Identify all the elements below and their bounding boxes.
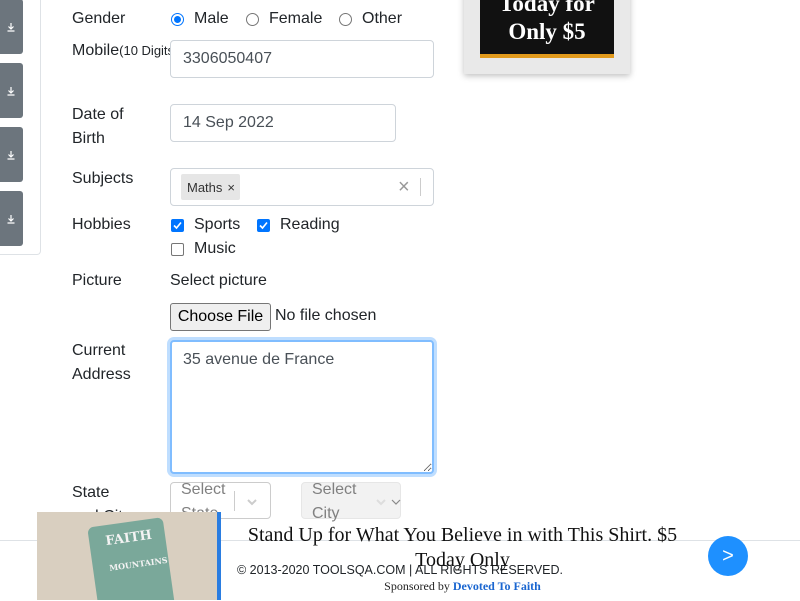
hobby-reading-label[interactable]: Reading: [280, 213, 340, 237]
download-icon: [7, 22, 14, 32]
picture-prompt: Select picture: [170, 272, 267, 289]
gender-other-radio[interactable]: [339, 13, 352, 31]
mobile-label: Mobile(10 Digits): [72, 42, 179, 59]
city-select: Select City: [301, 481, 401, 522]
address-label: Current Address: [72, 342, 131, 383]
check-icon: [173, 221, 182, 230]
subjects-label: Subjects: [72, 170, 134, 187]
current-address-textarea[interactable]: 35 avenue de France: [170, 340, 434, 474]
download-button[interactable]: [0, 191, 23, 246]
ad-divider: [217, 512, 221, 600]
picture-label: Picture: [72, 272, 122, 289]
ad-image[interactable]: FAITH MOUNTAINS: [37, 512, 217, 600]
check-icon: [259, 221, 268, 230]
chevron-down-icon: [391, 499, 401, 505]
city-placeholder: Select City: [312, 481, 357, 522]
subject-chip-label: Maths: [187, 179, 223, 195]
download-icon: [7, 214, 14, 224]
download-icon: [7, 86, 14, 96]
subject-chip: Maths ×: [181, 174, 240, 200]
mobile-input[interactable]: 3306050407: [170, 40, 434, 78]
download-button[interactable]: [0, 0, 23, 54]
hobby-sports-checkbox[interactable]: [171, 219, 184, 237]
gender-other-label[interactable]: Other: [362, 7, 402, 31]
top-ad-text: Today for Only $5: [480, 0, 614, 58]
top-ad-accent-bar: [480, 54, 614, 58]
download-button[interactable]: [0, 63, 23, 118]
download-button[interactable]: [0, 127, 23, 182]
file-status: No file chosen: [275, 307, 377, 324]
hobby-reading-checkbox[interactable]: [257, 219, 270, 237]
ad-sponsor: Sponsored by Devoted To Faith: [384, 579, 541, 593]
gender-female-label[interactable]: Female: [269, 7, 322, 31]
chevron-down-icon: [376, 499, 386, 506]
hobby-music-label[interactable]: Music: [194, 237, 236, 261]
hobbies-label: Hobbies: [72, 216, 131, 233]
gender-female-radio[interactable]: [246, 13, 259, 31]
sponsor-link[interactable]: Devoted To Faith: [453, 579, 541, 593]
dob-input[interactable]: 14 Sep 2022: [170, 104, 396, 142]
subjects-input[interactable]: Maths ×: [170, 168, 434, 206]
ad-next-button[interactable]: >: [708, 536, 748, 576]
gender-male-radio[interactable]: [171, 13, 184, 31]
dob-label: Date of Birth: [72, 106, 124, 147]
gender-label: Gender: [72, 10, 126, 27]
clear-subjects-icon[interactable]: ×: [398, 177, 421, 197]
select-separator: [234, 491, 235, 511]
hobby-sports-label[interactable]: Sports: [194, 213, 240, 237]
sidebar-panel: [0, 0, 41, 255]
top-ad-banner[interactable]: Today for Only $5: [464, 0, 630, 74]
ad-headline[interactable]: Stand Up for What You Believe in with Th…: [240, 523, 685, 573]
choose-file-button[interactable]: Choose File: [170, 303, 271, 331]
download-icon: [7, 150, 14, 160]
hobby-music-checkbox[interactable]: [171, 243, 184, 261]
chip-remove-icon[interactable]: ×: [222, 180, 240, 195]
chevron-down-icon[interactable]: [245, 495, 259, 509]
gender-male-label[interactable]: Male: [194, 7, 229, 31]
shirt-print: FAITH MOUNTAINS: [104, 527, 169, 573]
